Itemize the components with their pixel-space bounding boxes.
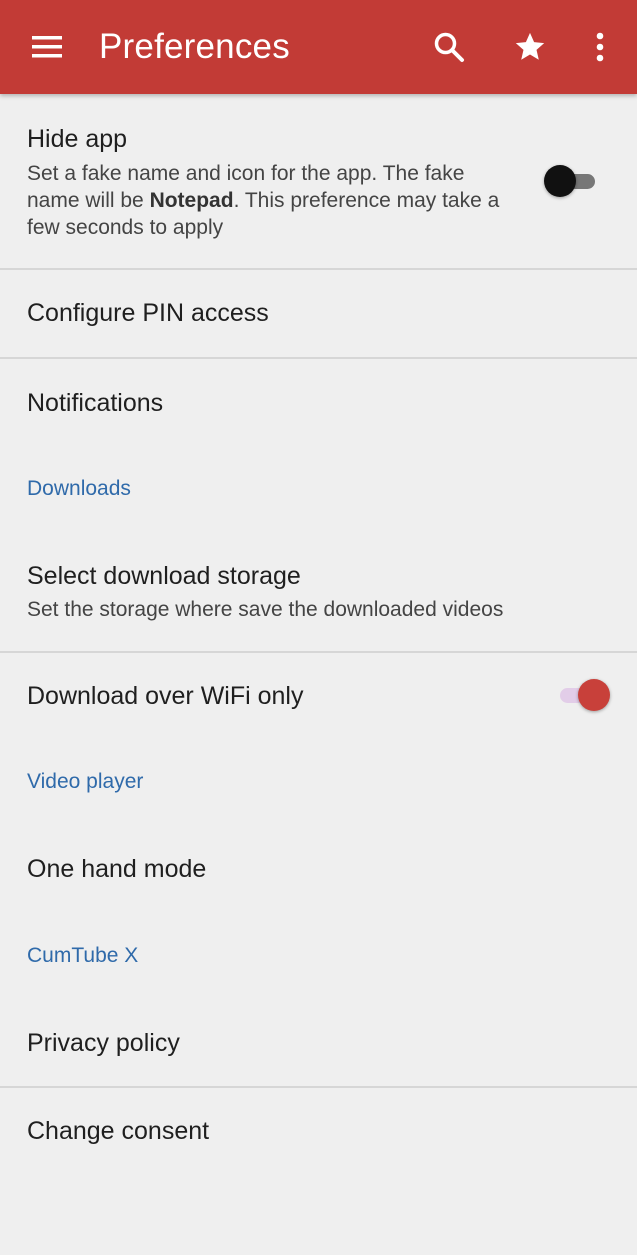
pref-hide-app-title: Hide app [27,125,128,153]
category-video-player: Video player [27,770,144,793]
more-vert-icon [596,32,604,62]
pref-configure-pin[interactable]: Configure PIN access [0,270,637,357]
category-downloads: Downloads [27,477,131,500]
switch-thumb [544,165,576,197]
pref-change-consent-title: Change consent [27,1117,210,1145]
pref-download-storage[interactable]: Select download storage Set the storage … [0,534,637,651]
pref-change-consent[interactable]: Change consent [0,1088,637,1178]
pref-download-storage-title: Select download storage [27,562,301,590]
fake-name-value: Notepad [149,189,234,212]
favorites-button[interactable] [505,22,555,72]
search-icon [434,32,464,62]
hamburger-menu-icon [32,36,62,58]
pref-download-storage-summary: Set the storage where save the downloade… [27,598,504,621]
pref-notifications[interactable]: Notifications [0,359,637,449]
pref-hide-app[interactable]: Hide app Set a fake name and icon for th… [0,94,637,268]
category-app: CumTube X [27,944,139,967]
pref-wifi-only[interactable]: Download over WiFi only [0,653,637,743]
pref-one-hand-mode[interactable]: One hand mode [0,829,637,909]
switch-thumb [578,679,610,711]
pref-privacy-policy-title: Privacy policy [27,1029,180,1057]
search-button[interactable] [424,22,474,72]
pref-privacy-policy[interactable]: Privacy policy [0,1000,637,1086]
menu-button[interactable] [22,22,72,72]
pref-notifications-title: Notifications [27,389,164,417]
pref-configure-pin-title: Configure PIN access [27,299,269,327]
star-icon [515,32,545,60]
hide-app-switch[interactable] [544,164,598,198]
page-title: Preferences [99,27,290,66]
wifi-only-switch[interactable] [557,678,611,712]
app-bar: Preferences [0,0,637,94]
pref-hide-app-summary: Set a fake name and icon for the app. Th… [27,160,517,241]
pref-one-hand-mode-title: One hand mode [27,855,207,883]
pref-wifi-only-title: Download over WiFi only [27,682,304,710]
overflow-menu-button[interactable] [575,22,625,72]
